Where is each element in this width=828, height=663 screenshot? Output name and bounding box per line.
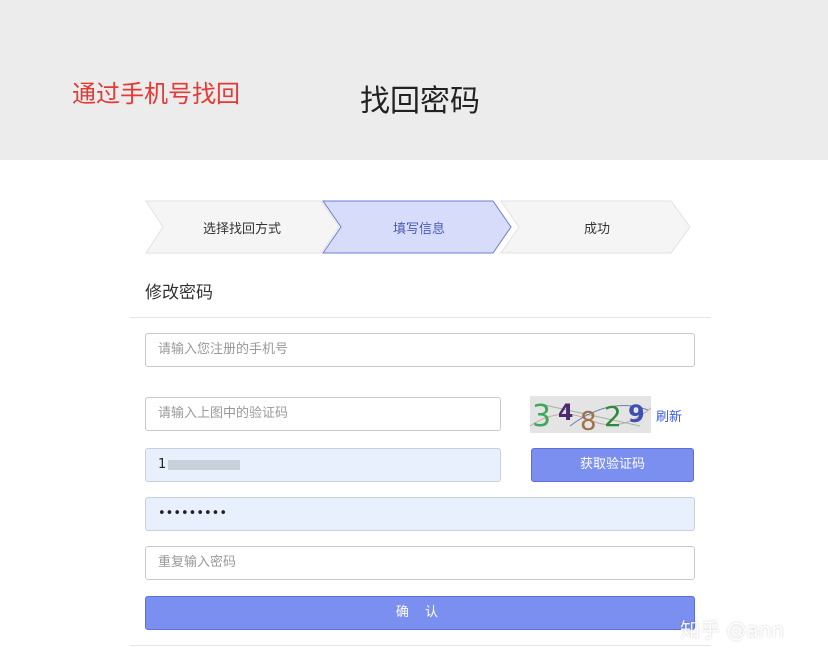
bottom-divider (130, 645, 711, 646)
captcha-digit-5: 9 (628, 400, 645, 428)
sms-code-value: 1 (158, 457, 167, 472)
redacted-value (168, 459, 241, 470)
captcha-digit-1: 3 (532, 399, 551, 433)
progress-stepper: 选择找回方式 填写信息 成功 (145, 200, 691, 254)
step-label-success: 成功 (583, 222, 610, 237)
captcha-refresh-link[interactable]: 刷新 (656, 406, 682, 425)
new-password-input[interactable]: ••••••••• (145, 497, 695, 531)
watermark: 知乎 @ann (680, 618, 784, 642)
phone-input[interactable]: 请输入您注册的手机号 (145, 333, 695, 367)
captcha-input[interactable]: 请输入上图中的验证码 (145, 397, 501, 431)
captcha-digit-4: 2 (604, 400, 622, 433)
captcha-digit-2: 4 (558, 401, 573, 426)
repeat-password-input[interactable]: 重复输入密码 (145, 546, 695, 580)
step-label-fill-info: 填写信息 (392, 222, 445, 237)
step-label-choose-method: 选择找回方式 (202, 222, 281, 237)
captcha-digit-3: 8 (580, 407, 597, 433)
sms-code-input[interactable]: 1 (145, 448, 501, 482)
page-title: 找回密码 (360, 84, 480, 119)
get-code-button[interactable]: 获取验证码 (531, 448, 694, 482)
confirm-button[interactable]: 确 认 (145, 596, 695, 630)
captcha-image[interactable]: 3 4 8 2 9 (530, 396, 651, 433)
section-title: 修改密码 (145, 283, 213, 303)
section-divider (130, 317, 711, 318)
method-annotation: 通过手机号找回 (72, 80, 240, 108)
